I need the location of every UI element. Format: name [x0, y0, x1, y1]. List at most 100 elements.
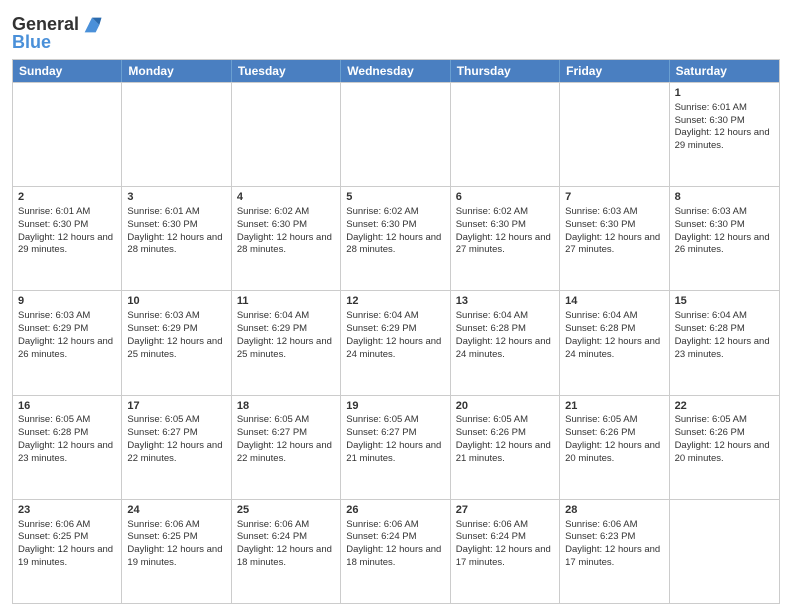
- day-info: Sunrise: 6:05 AM Sunset: 6:28 PM Dayligh…: [18, 414, 113, 463]
- calendar-cell: 11Sunrise: 6:04 AM Sunset: 6:29 PM Dayli…: [232, 291, 341, 394]
- day-info: Sunrise: 6:05 AM Sunset: 6:27 PM Dayligh…: [127, 414, 222, 463]
- day-info: Sunrise: 6:06 AM Sunset: 6:24 PM Dayligh…: [346, 519, 441, 568]
- calendar-row: 1Sunrise: 6:01 AM Sunset: 6:30 PM Daylig…: [13, 82, 779, 186]
- day-number: 7: [565, 190, 663, 205]
- day-info: Sunrise: 6:04 AM Sunset: 6:28 PM Dayligh…: [456, 310, 551, 359]
- day-info: Sunrise: 6:06 AM Sunset: 6:23 PM Dayligh…: [565, 519, 660, 568]
- calendar-row: 2Sunrise: 6:01 AM Sunset: 6:30 PM Daylig…: [13, 186, 779, 290]
- calendar-cell: 20Sunrise: 6:05 AM Sunset: 6:26 PM Dayli…: [451, 396, 560, 499]
- day-number: 23: [18, 503, 116, 518]
- day-info: Sunrise: 6:02 AM Sunset: 6:30 PM Dayligh…: [237, 206, 332, 255]
- day-info: Sunrise: 6:05 AM Sunset: 6:27 PM Dayligh…: [346, 414, 441, 463]
- day-number: 18: [237, 399, 335, 414]
- day-info: Sunrise: 6:03 AM Sunset: 6:29 PM Dayligh…: [127, 310, 222, 359]
- calendar-cell: 2Sunrise: 6:01 AM Sunset: 6:30 PM Daylig…: [13, 187, 122, 290]
- calendar-header: SundayMondayTuesdayWednesdayThursdayFrid…: [13, 60, 779, 82]
- day-number: 28: [565, 503, 663, 518]
- day-number: 20: [456, 399, 554, 414]
- calendar-cell: [670, 500, 779, 603]
- calendar-cell: 5Sunrise: 6:02 AM Sunset: 6:30 PM Daylig…: [341, 187, 450, 290]
- logo: General Blue: [12, 14, 103, 53]
- calendar-cell: 7Sunrise: 6:03 AM Sunset: 6:30 PM Daylig…: [560, 187, 669, 290]
- day-info: Sunrise: 6:05 AM Sunset: 6:26 PM Dayligh…: [565, 414, 660, 463]
- day-number: 4: [237, 190, 335, 205]
- calendar-cell: 12Sunrise: 6:04 AM Sunset: 6:29 PM Dayli…: [341, 291, 450, 394]
- calendar-cell: 4Sunrise: 6:02 AM Sunset: 6:30 PM Daylig…: [232, 187, 341, 290]
- day-number: 19: [346, 399, 444, 414]
- calendar-cell: 8Sunrise: 6:03 AM Sunset: 6:30 PM Daylig…: [670, 187, 779, 290]
- weekday-header: Sunday: [13, 60, 122, 82]
- day-number: 6: [456, 190, 554, 205]
- calendar-cell: [232, 83, 341, 186]
- day-info: Sunrise: 6:05 AM Sunset: 6:26 PM Dayligh…: [675, 414, 770, 463]
- day-info: Sunrise: 6:04 AM Sunset: 6:29 PM Dayligh…: [237, 310, 332, 359]
- calendar-cell: [560, 83, 669, 186]
- day-number: 5: [346, 190, 444, 205]
- day-number: 11: [237, 294, 335, 309]
- day-number: 22: [675, 399, 774, 414]
- day-info: Sunrise: 6:02 AM Sunset: 6:30 PM Dayligh…: [456, 206, 551, 255]
- calendar-cell: 19Sunrise: 6:05 AM Sunset: 6:27 PM Dayli…: [341, 396, 450, 499]
- calendar-cell: 9Sunrise: 6:03 AM Sunset: 6:29 PM Daylig…: [13, 291, 122, 394]
- calendar-cell: 1Sunrise: 6:01 AM Sunset: 6:30 PM Daylig…: [670, 83, 779, 186]
- weekday-header: Monday: [122, 60, 231, 82]
- calendar-cell: 17Sunrise: 6:05 AM Sunset: 6:27 PM Dayli…: [122, 396, 231, 499]
- day-number: 8: [675, 190, 774, 205]
- calendar-cell: 15Sunrise: 6:04 AM Sunset: 6:28 PM Dayli…: [670, 291, 779, 394]
- calendar-cell: 3Sunrise: 6:01 AM Sunset: 6:30 PM Daylig…: [122, 187, 231, 290]
- calendar-row: 9Sunrise: 6:03 AM Sunset: 6:29 PM Daylig…: [13, 290, 779, 394]
- day-number: 13: [456, 294, 554, 309]
- day-info: Sunrise: 6:04 AM Sunset: 6:29 PM Dayligh…: [346, 310, 441, 359]
- calendar-body: 1Sunrise: 6:01 AM Sunset: 6:30 PM Daylig…: [13, 82, 779, 603]
- day-info: Sunrise: 6:04 AM Sunset: 6:28 PM Dayligh…: [565, 310, 660, 359]
- calendar-cell: 22Sunrise: 6:05 AM Sunset: 6:26 PM Dayli…: [670, 396, 779, 499]
- calendar-cell: [122, 83, 231, 186]
- day-info: Sunrise: 6:06 AM Sunset: 6:24 PM Dayligh…: [456, 519, 551, 568]
- day-info: Sunrise: 6:06 AM Sunset: 6:25 PM Dayligh…: [127, 519, 222, 568]
- day-number: 21: [565, 399, 663, 414]
- weekday-header: Thursday: [451, 60, 560, 82]
- calendar-cell: 6Sunrise: 6:02 AM Sunset: 6:30 PM Daylig…: [451, 187, 560, 290]
- weekday-header: Friday: [560, 60, 669, 82]
- calendar-cell: [341, 83, 450, 186]
- day-info: Sunrise: 6:03 AM Sunset: 6:29 PM Dayligh…: [18, 310, 113, 359]
- day-number: 16: [18, 399, 116, 414]
- day-info: Sunrise: 6:03 AM Sunset: 6:30 PM Dayligh…: [675, 206, 770, 255]
- calendar-cell: 16Sunrise: 6:05 AM Sunset: 6:28 PM Dayli…: [13, 396, 122, 499]
- calendar-cell: 26Sunrise: 6:06 AM Sunset: 6:24 PM Dayli…: [341, 500, 450, 603]
- calendar-cell: [451, 83, 560, 186]
- day-info: Sunrise: 6:04 AM Sunset: 6:28 PM Dayligh…: [675, 310, 770, 359]
- day-info: Sunrise: 6:01 AM Sunset: 6:30 PM Dayligh…: [18, 206, 113, 255]
- logo-icon: [81, 14, 103, 36]
- calendar-cell: 28Sunrise: 6:06 AM Sunset: 6:23 PM Dayli…: [560, 500, 669, 603]
- calendar-row: 16Sunrise: 6:05 AM Sunset: 6:28 PM Dayli…: [13, 395, 779, 499]
- day-number: 2: [18, 190, 116, 205]
- day-number: 10: [127, 294, 225, 309]
- day-info: Sunrise: 6:03 AM Sunset: 6:30 PM Dayligh…: [565, 206, 660, 255]
- weekday-header: Wednesday: [341, 60, 450, 82]
- header: General Blue: [12, 10, 780, 53]
- day-number: 17: [127, 399, 225, 414]
- day-info: Sunrise: 6:05 AM Sunset: 6:27 PM Dayligh…: [237, 414, 332, 463]
- day-info: Sunrise: 6:02 AM Sunset: 6:30 PM Dayligh…: [346, 206, 441, 255]
- day-number: 12: [346, 294, 444, 309]
- day-info: Sunrise: 6:05 AM Sunset: 6:26 PM Dayligh…: [456, 414, 551, 463]
- calendar-cell: 27Sunrise: 6:06 AM Sunset: 6:24 PM Dayli…: [451, 500, 560, 603]
- weekday-header: Tuesday: [232, 60, 341, 82]
- day-info: Sunrise: 6:01 AM Sunset: 6:30 PM Dayligh…: [675, 102, 770, 151]
- day-info: Sunrise: 6:06 AM Sunset: 6:24 PM Dayligh…: [237, 519, 332, 568]
- calendar-cell: 24Sunrise: 6:06 AM Sunset: 6:25 PM Dayli…: [122, 500, 231, 603]
- day-number: 9: [18, 294, 116, 309]
- calendar-cell: 13Sunrise: 6:04 AM Sunset: 6:28 PM Dayli…: [451, 291, 560, 394]
- day-number: 25: [237, 503, 335, 518]
- page: General Blue SundayMondayTuesdayWednesda…: [0, 0, 792, 612]
- day-number: 24: [127, 503, 225, 518]
- calendar-cell: 18Sunrise: 6:05 AM Sunset: 6:27 PM Dayli…: [232, 396, 341, 499]
- day-number: 27: [456, 503, 554, 518]
- calendar: SundayMondayTuesdayWednesdayThursdayFrid…: [12, 59, 780, 604]
- calendar-cell: 23Sunrise: 6:06 AM Sunset: 6:25 PM Dayli…: [13, 500, 122, 603]
- day-info: Sunrise: 6:01 AM Sunset: 6:30 PM Dayligh…: [127, 206, 222, 255]
- day-number: 15: [675, 294, 774, 309]
- day-number: 26: [346, 503, 444, 518]
- calendar-cell: [13, 83, 122, 186]
